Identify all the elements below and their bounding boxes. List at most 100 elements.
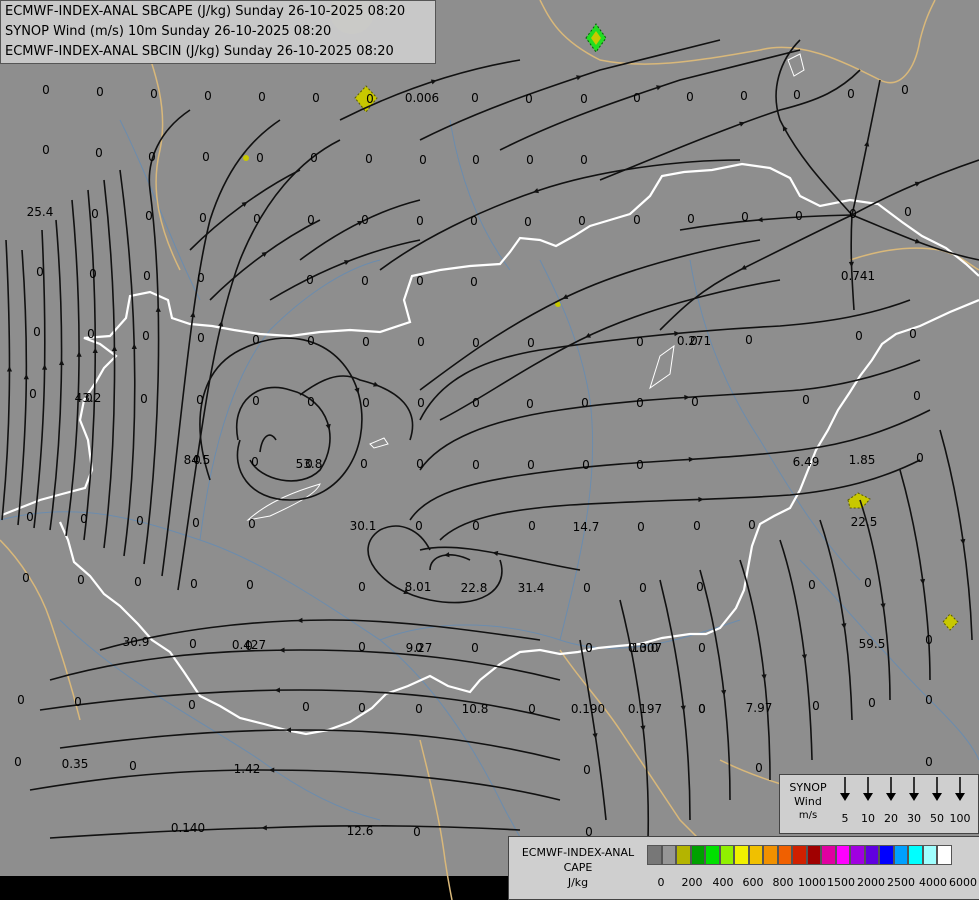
streamline bbox=[419, 39, 721, 141]
cape-swatch bbox=[748, 845, 763, 865]
station-value: 6.49 bbox=[792, 455, 820, 469]
cape-scale-tick: 1000 bbox=[798, 876, 826, 889]
station-value: 0 bbox=[583, 763, 591, 777]
cape-swatch bbox=[647, 845, 662, 865]
lake bbox=[787, 53, 805, 77]
station-value: 0 bbox=[636, 458, 644, 472]
streamline-arrowhead bbox=[285, 727, 292, 733]
wind-arrow-icon bbox=[909, 777, 919, 801]
streamline bbox=[59, 729, 561, 761]
streamline bbox=[859, 499, 891, 701]
station-value: 0 bbox=[419, 153, 427, 167]
cape-swatch bbox=[676, 845, 691, 865]
station-value: 0 bbox=[639, 581, 647, 595]
streamline-arrowhead bbox=[58, 359, 65, 366]
station-value: 0 bbox=[199, 211, 207, 225]
station-value: 0 bbox=[246, 578, 254, 592]
station-value: 0 bbox=[134, 575, 142, 589]
streamline-arrowhead bbox=[111, 345, 118, 352]
station-value: 0 bbox=[74, 695, 82, 709]
station-value: 0 bbox=[802, 393, 810, 407]
station-value: 30.1 bbox=[349, 519, 377, 533]
synop-wind-legend: SYNOP Wind m/s 5 10 20 30 50 100 bbox=[779, 774, 979, 834]
cape-swatch bbox=[661, 845, 676, 865]
station-value: 0 bbox=[17, 693, 25, 707]
station-value: 0 bbox=[745, 333, 753, 347]
station-value: 0 bbox=[849, 207, 857, 221]
cape-scale-tick: 2500 bbox=[887, 876, 915, 889]
station-value: 0 bbox=[581, 396, 589, 410]
streamline-arrowhead bbox=[155, 306, 161, 312]
station-value: 0 bbox=[87, 327, 95, 341]
station-value: 0 bbox=[527, 458, 535, 472]
station-value: 0 bbox=[909, 327, 917, 341]
station-value: 0 bbox=[636, 396, 644, 410]
streamline bbox=[939, 429, 973, 641]
station-value: 0 bbox=[868, 696, 876, 710]
station-value: 0 bbox=[258, 90, 266, 104]
streamline bbox=[143, 109, 191, 565]
station-value: 0 bbox=[197, 331, 205, 345]
synop-legend-title-line2: Wind bbox=[794, 795, 822, 808]
station-value: 0 bbox=[696, 580, 704, 594]
wind-speed-label: 5 bbox=[841, 812, 849, 825]
station-value: 0 bbox=[472, 519, 480, 533]
cape-swatch bbox=[835, 845, 850, 865]
station-value: 0 bbox=[95, 146, 103, 160]
station-value: 0 bbox=[361, 213, 369, 227]
station-value: 0 bbox=[755, 761, 763, 775]
cape-scale-tick: 600 bbox=[742, 876, 764, 889]
station-value: 0 bbox=[96, 85, 104, 99]
cape-swatch bbox=[690, 845, 705, 865]
title-synop-wind: SYNOP Wind (m/s) 10m Sunday 26-10-2025 0… bbox=[5, 24, 332, 39]
lake bbox=[369, 437, 389, 449]
lake bbox=[246, 483, 321, 521]
station-value: 0 bbox=[251, 455, 259, 469]
station-value: 59.5 bbox=[858, 637, 886, 651]
streamline-arrowhead bbox=[76, 351, 82, 357]
cape-swatch bbox=[879, 845, 894, 865]
map-canvas bbox=[0, 0, 979, 900]
station-value: 0 bbox=[472, 336, 480, 350]
cape-scale-tick: 2000 bbox=[857, 876, 885, 889]
streamline bbox=[419, 299, 911, 421]
station-value: 0 bbox=[417, 396, 425, 410]
streamline bbox=[779, 539, 813, 761]
streamline bbox=[699, 569, 731, 801]
station-value: 0.006 bbox=[404, 91, 440, 105]
streamline bbox=[1, 239, 11, 521]
station-value: 0 bbox=[33, 325, 41, 339]
wind-arrow-icon bbox=[932, 777, 942, 801]
station-value: 0 bbox=[306, 273, 314, 287]
cape-swatch bbox=[705, 845, 720, 865]
station-value: 0 bbox=[248, 517, 256, 531]
station-value: 22.8 bbox=[460, 581, 488, 595]
streamline bbox=[499, 49, 801, 151]
station-value: 0 bbox=[690, 334, 698, 348]
station-value: 0 bbox=[855, 329, 863, 343]
cape-swatch bbox=[763, 845, 778, 865]
station-value: 0 bbox=[302, 700, 310, 714]
station-value: 0 bbox=[582, 458, 590, 472]
station-value: 0 bbox=[140, 392, 148, 406]
title-sbcape: ECMWF-INDEX-ANAL SBCAPE (J/kg) Sunday 26… bbox=[5, 4, 406, 19]
streamline bbox=[819, 519, 853, 721]
station-value: 0 bbox=[307, 334, 315, 348]
streamline bbox=[379, 159, 741, 271]
station-value: 0 bbox=[358, 701, 366, 715]
station-value: 0 bbox=[42, 143, 50, 157]
lakes bbox=[246, 53, 805, 521]
station-value: 0 bbox=[471, 91, 479, 105]
station-value: 0 bbox=[188, 698, 196, 712]
station-value: 0 bbox=[253, 212, 261, 226]
streamline-arrowhead bbox=[532, 188, 539, 194]
weather-map: 0 0 0 0 0 0 0 0 0 0.006 0 0 0 0 0 0 0 0 0 0 0 0 0 0 0 0 0 0 25.4 0 0 0 0… bbox=[0, 0, 979, 900]
streamline-arrowhead bbox=[576, 75, 583, 81]
station-value: 0 bbox=[360, 457, 368, 471]
streamline bbox=[579, 639, 607, 821]
station-value: 0 bbox=[472, 396, 480, 410]
lake bbox=[649, 344, 675, 390]
station-value: 1.42 bbox=[233, 762, 261, 776]
streamline-arrowhead bbox=[684, 394, 690, 401]
station-value: 0 bbox=[415, 641, 423, 655]
